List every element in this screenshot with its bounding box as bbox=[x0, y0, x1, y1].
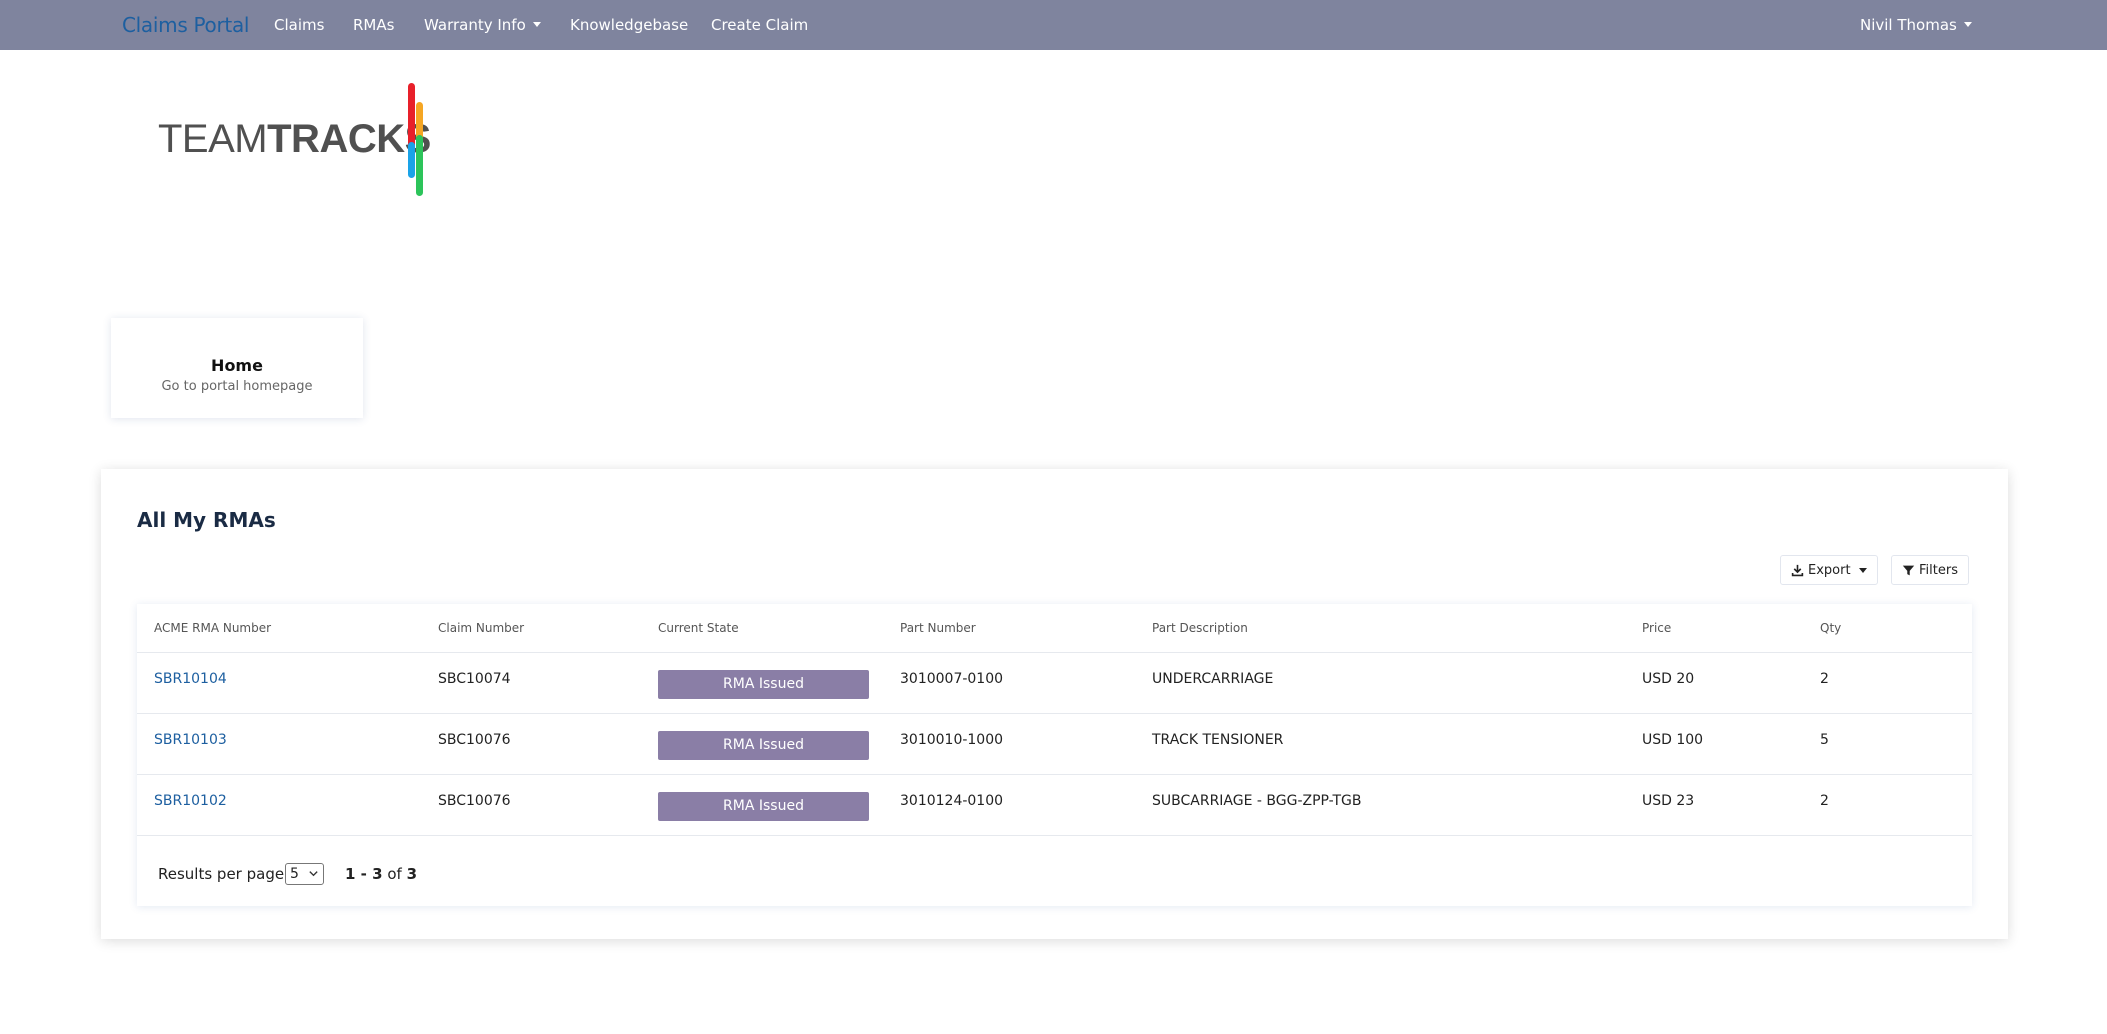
table-row: SBR10103 SBC10076 RMA Issued 3010010-100… bbox=[137, 714, 1972, 775]
caret-down-icon bbox=[532, 22, 541, 27]
column-header[interactable]: Part Number bbox=[900, 621, 976, 635]
home-card-title: Home bbox=[211, 356, 263, 375]
column-header[interactable]: Price bbox=[1642, 621, 1671, 635]
nav-claims[interactable]: Claims bbox=[274, 16, 324, 34]
rma-number-link[interactable]: SBR10103 bbox=[154, 732, 227, 748]
claim-number: SBC10076 bbox=[438, 793, 511, 809]
export-button[interactable]: Export bbox=[1780, 555, 1878, 585]
teamtracks-logo: TEAMTRACKS bbox=[158, 80, 431, 200]
qty: 2 bbox=[1820, 793, 1829, 809]
user-menu[interactable]: Nivil Thomas bbox=[1860, 16, 1972, 34]
table-row: SBR10104 SBC10074 RMA Issued 3010007-010… bbox=[137, 653, 1972, 714]
home-card[interactable]: Home Go to portal homepage bbox=[111, 318, 363, 418]
nav-knowledgebase[interactable]: Knowledgebase bbox=[570, 16, 688, 34]
user-name: Nivil Thomas bbox=[1860, 16, 1957, 34]
claim-number: SBC10074 bbox=[438, 671, 511, 687]
column-header[interactable]: Part Description bbox=[1152, 621, 1248, 635]
results-per-page-label: Results per page bbox=[158, 865, 285, 883]
logo-bar-green bbox=[416, 135, 423, 196]
caret-down-icon bbox=[1858, 567, 1867, 573]
table-row: SBR10102 SBC10076 RMA Issued 3010124-010… bbox=[137, 775, 1972, 836]
table-footer: Results per page 5 1 - 3 of 3 bbox=[137, 834, 1972, 906]
rma-number-link[interactable]: SBR10104 bbox=[154, 671, 227, 687]
nav-rmas[interactable]: RMAs bbox=[353, 16, 394, 34]
results-per-page-select[interactable]: 5 bbox=[285, 863, 324, 885]
status-badge: RMA Issued bbox=[658, 731, 869, 760]
price: USD 100 bbox=[1642, 732, 1704, 748]
column-header[interactable]: Current State bbox=[658, 621, 739, 635]
download-icon bbox=[1791, 564, 1804, 576]
part-description: TRACK TENSIONER bbox=[1152, 732, 1284, 748]
column-header[interactable]: Claim Number bbox=[438, 621, 524, 635]
home-card-subtitle: Go to portal homepage bbox=[161, 379, 313, 394]
filters-button[interactable]: Filters bbox=[1891, 555, 1969, 585]
claim-number: SBC10076 bbox=[438, 732, 511, 748]
qty: 2 bbox=[1820, 671, 1829, 687]
part-number: 3010124-0100 bbox=[900, 793, 1004, 809]
nav-warranty-info[interactable]: Warranty Info bbox=[424, 16, 541, 34]
price: USD 23 bbox=[1642, 793, 1695, 809]
filter-icon bbox=[1902, 565, 1915, 575]
part-number: 3010007-0100 bbox=[900, 671, 1004, 687]
panel-title: All My RMAs bbox=[137, 508, 276, 532]
column-header[interactable]: Qty bbox=[1820, 621, 1841, 635]
top-navbar: Claims Portal Claims RMAs Warranty Info … bbox=[0, 0, 2107, 50]
nav-create-claim[interactable]: Create Claim bbox=[711, 16, 808, 34]
results-per-page-value: 5 bbox=[290, 866, 299, 882]
filters-label: Filters bbox=[1919, 562, 1958, 578]
logo-bar-blue bbox=[408, 142, 415, 178]
chevron-down-icon bbox=[309, 871, 318, 877]
brand-link[interactable]: Claims Portal bbox=[122, 13, 249, 37]
rma-panel: All My RMAs Export Filters ACME RMA Numb… bbox=[101, 469, 2008, 939]
qty: 5 bbox=[1820, 732, 1829, 748]
part-description: UNDERCARRIAGE bbox=[1152, 671, 1274, 687]
column-header[interactable]: ACME RMA Number bbox=[154, 621, 271, 635]
status-badge: RMA Issued bbox=[658, 670, 869, 699]
rma-table: ACME RMA Number Claim Number Current Sta… bbox=[137, 604, 1972, 906]
table-header: ACME RMA Number Claim Number Current Sta… bbox=[137, 604, 1972, 653]
nav-warranty-info-label: Warranty Info bbox=[424, 16, 526, 34]
rma-number-link[interactable]: SBR10102 bbox=[154, 793, 227, 809]
part-description: SUBCARRIAGE - BGG-ZPP-TGB bbox=[1152, 793, 1362, 809]
part-number: 3010010-1000 bbox=[900, 732, 1004, 748]
export-label: Export bbox=[1808, 562, 1851, 578]
price: USD 20 bbox=[1642, 671, 1695, 687]
caret-down-icon bbox=[1963, 22, 1972, 27]
logo-wordmark: TEAMTRACKS bbox=[158, 117, 431, 161]
pagination-range: 1 - 3 of 3 bbox=[345, 865, 418, 883]
status-badge: RMA Issued bbox=[658, 792, 869, 821]
